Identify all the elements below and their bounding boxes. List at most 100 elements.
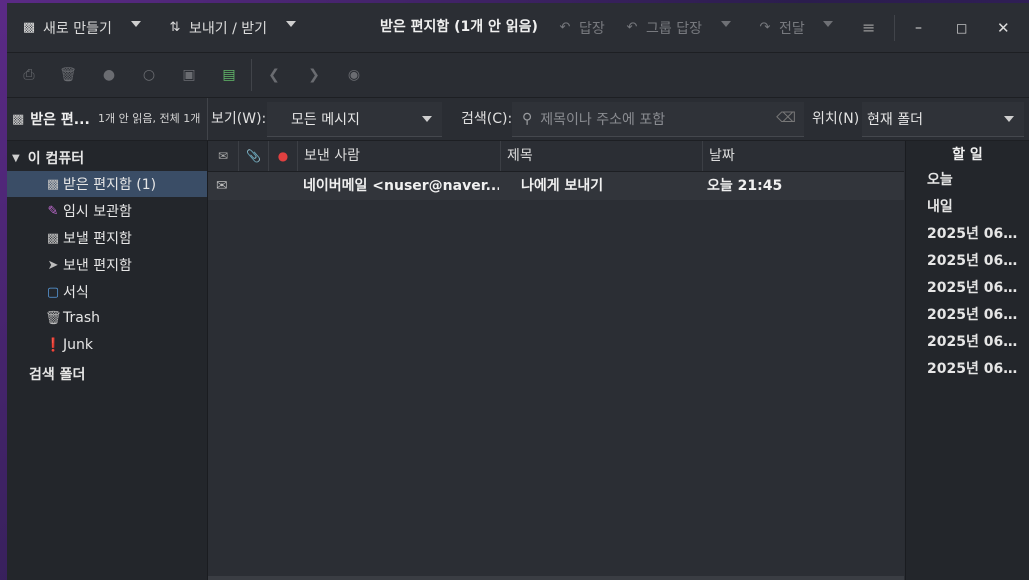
sidebar-item-templates[interactable]: ▢ 서식 xyxy=(7,279,207,305)
horizontal-scrollbar[interactable] xyxy=(208,576,904,580)
header-separator xyxy=(894,15,895,41)
sidebar-item-label: Junk xyxy=(63,337,93,353)
window-title: 받은 편지함 (1개 안 읽음) xyxy=(380,19,538,35)
sent-icon: ➤ xyxy=(47,257,59,273)
current-folder-name: 받은 편... xyxy=(30,112,90,128)
todo-item-date[interactable]: 2025년 06월 ... xyxy=(927,221,1025,248)
message-list: ✉ 📎 ● 보낸 사람 제목 날짜 ✉ 네이버메일 <nuser@naver..… xyxy=(208,141,904,580)
sidebar-item-label: 서식 xyxy=(63,285,89,301)
templates-folder-icon: ▢ xyxy=(46,284,60,300)
unread-mail-icon[interactable]: ✉ xyxy=(216,172,236,200)
close-icon[interactable]: ✕ xyxy=(997,3,1010,52)
new-button[interactable]: ▩ 새로 만들기 xyxy=(21,3,112,52)
toolbar-separator xyxy=(251,59,252,91)
send-receive-dropdown-chevron-icon[interactable] xyxy=(286,21,296,27)
sidebar-item-label: 받은 편지함 (1) xyxy=(63,177,157,193)
folder-sidebar: ▼ 이 컴퓨터 ▩ 받은 편지함 (1) ✎ 임시 보관함 ▩ 보낼 편지함 ➤… xyxy=(7,141,208,580)
delete-icon[interactable]: 🗑 xyxy=(58,65,78,85)
send-receive-label: 보내기 / 받기 xyxy=(189,20,268,37)
send-receive-icon: ⇅ xyxy=(169,20,181,35)
next-icon[interactable]: ❯ xyxy=(304,65,324,85)
reply-all-dropdown-chevron-icon[interactable] xyxy=(721,21,731,27)
load-images-icon[interactable]: ▤ xyxy=(219,65,239,85)
view-dropdown-chevron-icon xyxy=(422,116,432,122)
forward-button[interactable]: ↷ 전달 xyxy=(757,3,805,52)
trash-icon: 🗑 xyxy=(45,310,62,326)
forward-dropdown-chevron-icon[interactable] xyxy=(823,21,833,27)
todo-item-date[interactable]: 2025년 06월 ... xyxy=(927,329,1025,356)
location-dropdown-chevron-icon xyxy=(1004,116,1014,122)
view-dropdown-value: 모든 메시지 xyxy=(291,112,360,128)
location-label: 위치(N) xyxy=(812,111,860,127)
archive-icon[interactable]: ▣ xyxy=(179,65,199,85)
reply-all-button[interactable]: ↶ 그룹 답장 xyxy=(624,3,702,52)
search-label: 검색(C): xyxy=(461,111,513,127)
status-column-mail-icon[interactable]: ✉ xyxy=(208,141,239,171)
minimize-icon[interactable]: – xyxy=(915,3,922,52)
not-junk-icon[interactable]: ○ xyxy=(139,65,159,85)
sidebar-item-junk[interactable]: ❗ Junk xyxy=(7,332,207,358)
maximize-icon[interactable]: □ xyxy=(956,3,967,52)
location-dropdown-value: 현재 폴더 xyxy=(867,112,923,128)
table-row[interactable]: ✉ 네이버메일 <nuser@naver.... 나에게 보내기 오늘 21:4… xyxy=(208,172,904,200)
new-dropdown-chevron-icon[interactable] xyxy=(131,21,141,27)
new-button-label: 새로 만들기 xyxy=(43,20,112,37)
todo-item-today[interactable]: 오늘 xyxy=(927,167,1025,194)
search-icon: ⚲ xyxy=(522,111,533,127)
forward-icon: ↷ xyxy=(759,20,771,35)
sidebar-item-inbox[interactable]: ▩ 받은 편지함 (1) xyxy=(7,171,207,197)
column-date[interactable]: 날짜 xyxy=(703,141,904,171)
view-dropdown[interactable]: 모든 메시지 xyxy=(267,102,442,137)
sidebar-item-label: 보낼 편지함 xyxy=(63,231,132,247)
inbox-icon: ▩ xyxy=(46,176,60,192)
view-label: 보기(W): xyxy=(211,111,267,127)
row-subject: 나에게 보내기 xyxy=(521,178,604,194)
todo-item-date[interactable]: 2025년 06월 ... xyxy=(927,302,1025,329)
print-icon[interactable]: ⎙ xyxy=(19,65,39,85)
forward-label: 전달 xyxy=(779,20,805,37)
clear-search-icon[interactable]: ⌫ xyxy=(776,110,796,126)
previous-icon[interactable]: ❮ xyxy=(264,65,284,85)
column-subject[interactable]: 제목 xyxy=(501,141,703,171)
sidebar-search-folders[interactable]: 검색 폴더 xyxy=(7,361,207,387)
location-dropdown[interactable]: 현재 폴더 xyxy=(862,102,1024,137)
folder-counts: 1개 안 읽음, 전체 1개 xyxy=(98,112,201,125)
tree-root-this-computer[interactable]: ▼ 이 컴퓨터 xyxy=(7,145,207,171)
important-column-icon[interactable]: ● xyxy=(269,141,298,171)
search-placeholder: 제목이나 주소에 포함 xyxy=(540,112,666,128)
search-folders-label: 검색 폴더 xyxy=(29,367,86,383)
filter-bar: ▩ 받은 편... 1개 안 읽음, 전체 1개 보기(W): 모든 메시지 검… xyxy=(7,98,1029,141)
inbox-icon: ▩ xyxy=(12,111,25,127)
sidebar-item-trash[interactable]: 🗑 Trash xyxy=(7,305,207,331)
todo-item-tomorrow[interactable]: 내일 xyxy=(927,194,1025,221)
row-date: 오늘 21:45 xyxy=(707,178,783,194)
reply-icon: ↶ xyxy=(559,20,571,35)
outbox-icon: ▩ xyxy=(46,230,60,246)
junk-mark-icon[interactable]: ● xyxy=(99,65,119,85)
todo-item-date[interactable]: 2025년 06월 ... xyxy=(927,356,1025,383)
filter-separator xyxy=(207,98,208,140)
tree-root-label: 이 컴퓨터 xyxy=(27,151,85,167)
todo-item-date[interactable]: 2025년 06월 ... xyxy=(927,275,1025,302)
junk-icon: ❗ xyxy=(45,337,62,353)
sidebar-item-label: 임시 보관함 xyxy=(63,204,132,220)
sidebar-item-label: 보낸 편지함 xyxy=(63,258,132,274)
attachment-column-paperclip-icon[interactable]: 📎 xyxy=(239,141,269,171)
current-folder-header: ▩ 받은 편... xyxy=(12,98,90,140)
reply-all-icon: ↶ xyxy=(626,20,638,35)
sidebar-item-drafts[interactable]: ✎ 임시 보관함 xyxy=(7,198,207,224)
sidebar-item-sent[interactable]: ➤ 보낸 편지함 xyxy=(7,252,207,278)
header-bar: ▩ 새로 만들기 ⇅ 보내기 / 받기 받은 편지함 (1개 안 읽음) ↶ 답… xyxy=(7,3,1029,53)
row-from: 네이버메일 <nuser@naver.... xyxy=(303,178,499,194)
column-from[interactable]: 보낸 사람 xyxy=(298,141,501,171)
send-receive-button[interactable]: ⇅ 보내기 / 받기 xyxy=(167,3,267,52)
hamburger-menu-icon[interactable]: ≡ xyxy=(862,3,875,52)
stop-icon[interactable]: ◉ xyxy=(344,65,364,85)
drafts-icon: ✎ xyxy=(47,203,59,219)
todo-item-date[interactable]: 2025년 06월 ... xyxy=(927,248,1025,275)
expand-chevron-icon[interactable]: ▼ xyxy=(12,153,20,164)
reply-all-label: 그룹 답장 xyxy=(646,20,702,37)
sidebar-item-outbox[interactable]: ▩ 보낼 편지함 xyxy=(7,225,207,251)
reply-button[interactable]: ↶ 답장 xyxy=(557,3,605,52)
search-input[interactable]: ⚲ 제목이나 주소에 포함 ⌫ xyxy=(512,102,804,137)
